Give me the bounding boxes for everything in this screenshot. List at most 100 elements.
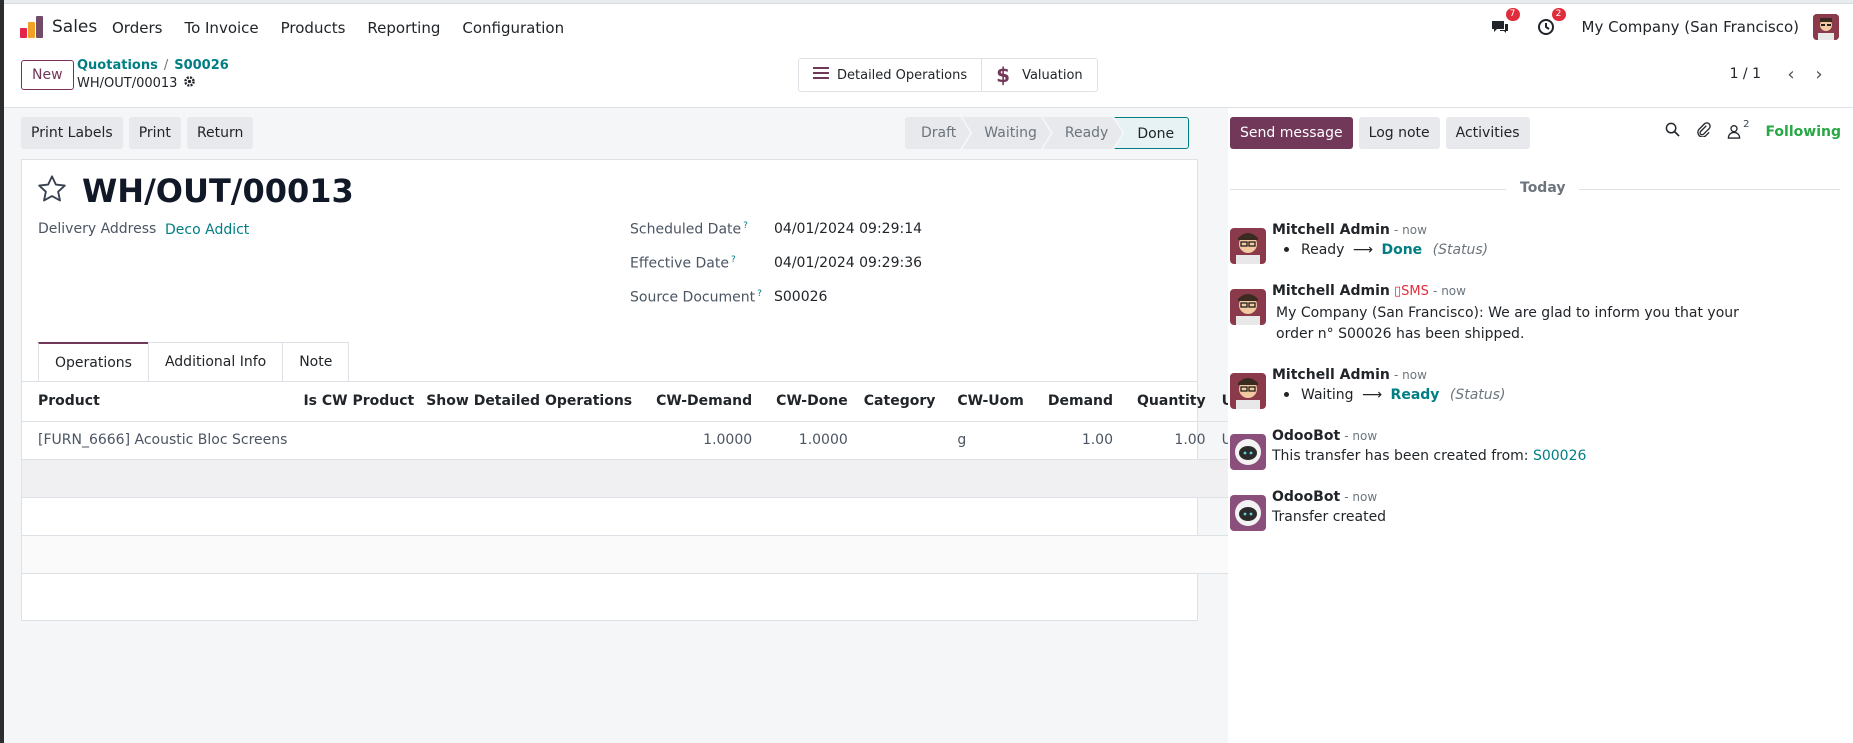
cell-quantity[interactable]: 1.00 [1121, 421, 1214, 460]
message-body: OdooBot - now This transfer has been cre… [1272, 428, 1792, 467]
avatar[interactable] [1230, 289, 1266, 325]
menu-to-invoice[interactable]: To Invoice [184, 19, 258, 37]
pager-value[interactable]: 1 / 1 [1730, 66, 1761, 82]
table-row[interactable]: [FURN_6666] Acoustic Bloc Screens 1.0000… [22, 421, 1290, 460]
cell-cw-demand[interactable]: 1.0000 [640, 421, 761, 460]
chevron-left-icon[interactable]: ‹ [1777, 60, 1805, 88]
col-cw-done[interactable]: CW-Done [760, 382, 856, 422]
send-message-button[interactable]: Send message [1230, 117, 1353, 149]
odoobot-avatar[interactable] [1230, 434, 1266, 470]
tab-additional-info[interactable]: Additional Info [147, 342, 284, 381]
tab-note[interactable]: Note [282, 342, 350, 381]
sales-app-icon[interactable] [20, 16, 44, 38]
smart-buttons: Detailed Operations $ Valuation [798, 58, 1098, 92]
status-bar: Draft Waiting Ready Done [905, 117, 1190, 149]
col-quantity[interactable]: Quantity [1121, 382, 1214, 422]
tracking-field-name: (Status) [1449, 387, 1506, 403]
col-demand[interactable]: Demand [1031, 382, 1121, 422]
activity-clock-icon[interactable]: 2 [1536, 8, 1566, 37]
stage-done[interactable]: Done [1114, 117, 1190, 149]
odoobot-avatar[interactable] [1230, 495, 1266, 531]
avatar[interactable] [1230, 373, 1266, 409]
bullet-icon [1284, 246, 1289, 252]
activities-badge: 2 [1551, 8, 1566, 21]
col-cw-uom[interactable]: CW-Uom [943, 382, 1032, 422]
help-icon[interactable]: ? [743, 221, 748, 231]
effective-date-value[interactable]: 04/01/2024 09:29:36 [774, 255, 922, 271]
tracking-line: Ready ⟶ Done (Status) [1272, 240, 1792, 261]
message-text: This transfer has been created from: S00… [1272, 448, 1587, 464]
col-is-cw-product[interactable]: Is CW Product [295, 382, 423, 422]
source-order-link[interactable]: S00026 [1533, 448, 1586, 464]
message-text: My Company (San Francisco): We are glad … [1276, 305, 1739, 342]
tracking-new-value: Ready [1390, 387, 1440, 403]
message-author[interactable]: OdooBot [1272, 489, 1340, 505]
menu-orders[interactable]: Orders [112, 19, 162, 37]
empty-row [22, 459, 1290, 498]
record-title: WH/OUT/00013 [82, 172, 354, 210]
stage-waiting[interactable]: Waiting [962, 117, 1051, 149]
message-time: - now [1394, 223, 1427, 237]
chevron-right-icon[interactable]: › [1805, 60, 1833, 88]
app-name[interactable]: Sales [52, 17, 97, 37]
cell-show-detailed[interactable] [422, 421, 641, 460]
menu-reporting[interactable]: Reporting [367, 19, 440, 37]
cell-product[interactable]: [FURN_6666] Acoustic Bloc Screens [22, 421, 296, 460]
col-cw-demand[interactable]: CW-Demand [640, 382, 761, 422]
messages-badge: 7 [1505, 8, 1520, 21]
cell-is-cw[interactable] [295, 421, 423, 460]
detailed-operations-button[interactable]: Detailed Operations [799, 59, 983, 91]
paperclip-icon[interactable] [1696, 122, 1711, 141]
return-button[interactable]: Return [186, 117, 254, 149]
new-button[interactable]: New [21, 60, 74, 90]
stage-draft[interactable]: Draft [905, 117, 970, 149]
chatter-buttons: Send message Log note Activities [1230, 117, 1530, 149]
log-note-button[interactable]: Log note [1358, 117, 1440, 149]
cell-category[interactable] [855, 421, 944, 460]
tracking-old-value: Ready [1301, 242, 1345, 258]
valuation-button[interactable]: $ Valuation [982, 59, 1097, 91]
gear-icon[interactable] [183, 75, 196, 92]
pager: 1 / 1 ‹ › [1730, 60, 1833, 88]
avatar[interactable] [1230, 228, 1266, 264]
breadcrumb: Quotations / S00026 [77, 58, 229, 73]
breadcrumb-quotations[interactable]: Quotations [77, 58, 158, 73]
cell-cw-uom[interactable]: g [943, 421, 1032, 460]
cell-demand[interactable]: 1.00 [1031, 421, 1121, 460]
message-time: - now [1344, 490, 1378, 504]
print-button[interactable]: Print [128, 117, 181, 149]
print-labels-button[interactable]: Print Labels [21, 117, 123, 149]
help-icon[interactable]: ? [731, 255, 736, 265]
message-author[interactable]: OdooBot [1272, 428, 1340, 444]
tab-operations[interactable]: Operations [38, 342, 149, 382]
help-icon[interactable]: ? [757, 289, 762, 299]
following-button[interactable]: Following [1765, 124, 1841, 140]
col-category[interactable]: Category [855, 382, 944, 422]
cell-cw-done[interactable]: 1.0000 [760, 421, 856, 460]
message-author[interactable]: Mitchell Admin [1272, 367, 1390, 383]
effective-date-label: Effective Date? [630, 255, 736, 272]
user-avatar[interactable] [1813, 14, 1839, 40]
current-record-name: WH/OUT/00013 [77, 76, 178, 91]
scheduled-date-value[interactable]: 04/01/2024 09:29:14 [774, 221, 922, 237]
search-icon[interactable] [1665, 122, 1680, 141]
message-time: - now [1344, 429, 1378, 443]
messaging-icon[interactable]: 7 [1490, 8, 1520, 37]
message-author[interactable]: Mitchell Admin [1272, 283, 1390, 299]
menu-configuration[interactable]: Configuration [462, 19, 564, 37]
col-product[interactable]: Product [22, 382, 296, 422]
source-document-value[interactable]: S00026 [774, 289, 827, 305]
col-show-detailed[interactable]: Show Detailed Operations [422, 382, 641, 422]
message-author[interactable]: Mitchell Admin [1272, 222, 1390, 238]
company-switcher[interactable]: My Company (San Francisco) [1582, 18, 1799, 36]
breadcrumb-s00026[interactable]: S00026 [174, 58, 229, 73]
delivery-address-link[interactable]: Deco Addict [165, 222, 249, 238]
star-icon[interactable] [36, 173, 68, 209]
followers-icon[interactable]: 2 [1727, 119, 1749, 139]
message-body: Mitchell Admin - now Ready ⟶ Done (Statu… [1272, 222, 1792, 261]
table-header-row: Product Is CW Product Show Detailed Oper… [22, 382, 1290, 422]
menu-products[interactable]: Products [281, 19, 346, 37]
activities-button[interactable]: Activities [1445, 117, 1530, 149]
stage-ready[interactable]: Ready [1043, 117, 1122, 149]
valuation-label: Valuation [1022, 67, 1083, 83]
